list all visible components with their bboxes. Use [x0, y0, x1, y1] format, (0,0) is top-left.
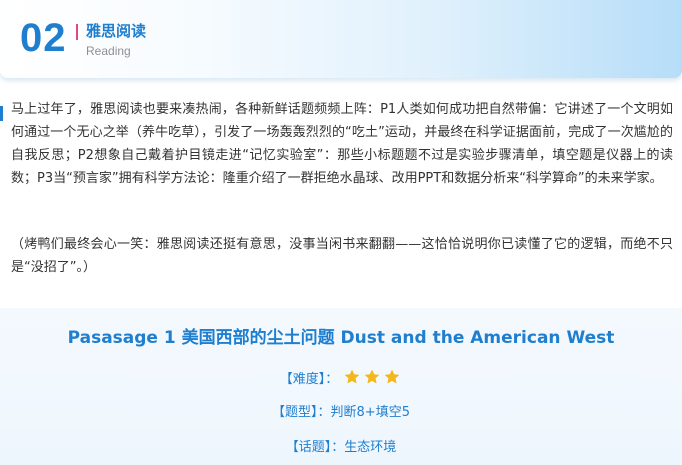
star-icon: [345, 370, 360, 384]
section-subtitle: Reading: [86, 44, 131, 58]
page: 02 雅思阅读 Reading 马上过年了，雅思阅读也要来凑热闹，各种新鲜话题频…: [0, 0, 682, 465]
question-type-row: 【题型】：判断8+填空5: [0, 404, 682, 422]
intro-paragraph: 马上过年了，雅思阅读也要来凑热闹，各种新鲜话题频频上阵：P1人类如何成功把自然带…: [11, 102, 673, 186]
section-number: 02: [20, 16, 67, 60]
intro-note: （烤鸭们最终会心一笑：雅思阅读还挺有意思，没事当闲书来翻翻——这恰恰说明你已读懂…: [11, 237, 673, 275]
passage-title: Pasasage 1 美国西部的尘土问题 Dust and the Americ…: [67, 328, 615, 348]
intro-accent-bar: [0, 106, 3, 121]
topic-row: 【话题】：生态环境: [0, 439, 682, 457]
difficulty-row: 【难度】：: [0, 369, 682, 391]
topic-label: 【话题】：: [285, 440, 345, 455]
star-icon: [385, 370, 400, 384]
question-type-label: 【题型】：: [272, 405, 331, 420]
star-icon: [365, 370, 380, 384]
section-header: 02 雅思阅读 Reading: [0, 0, 682, 78]
difficulty-label: 【难度】：: [279, 372, 339, 387]
header-separator: [76, 24, 78, 40]
question-type-value: 判断8+填空5: [330, 405, 410, 420]
topic-value: 生态环境: [344, 440, 397, 455]
difficulty-stars: [342, 369, 402, 391]
section-title: 雅思阅读: [86, 22, 147, 40]
